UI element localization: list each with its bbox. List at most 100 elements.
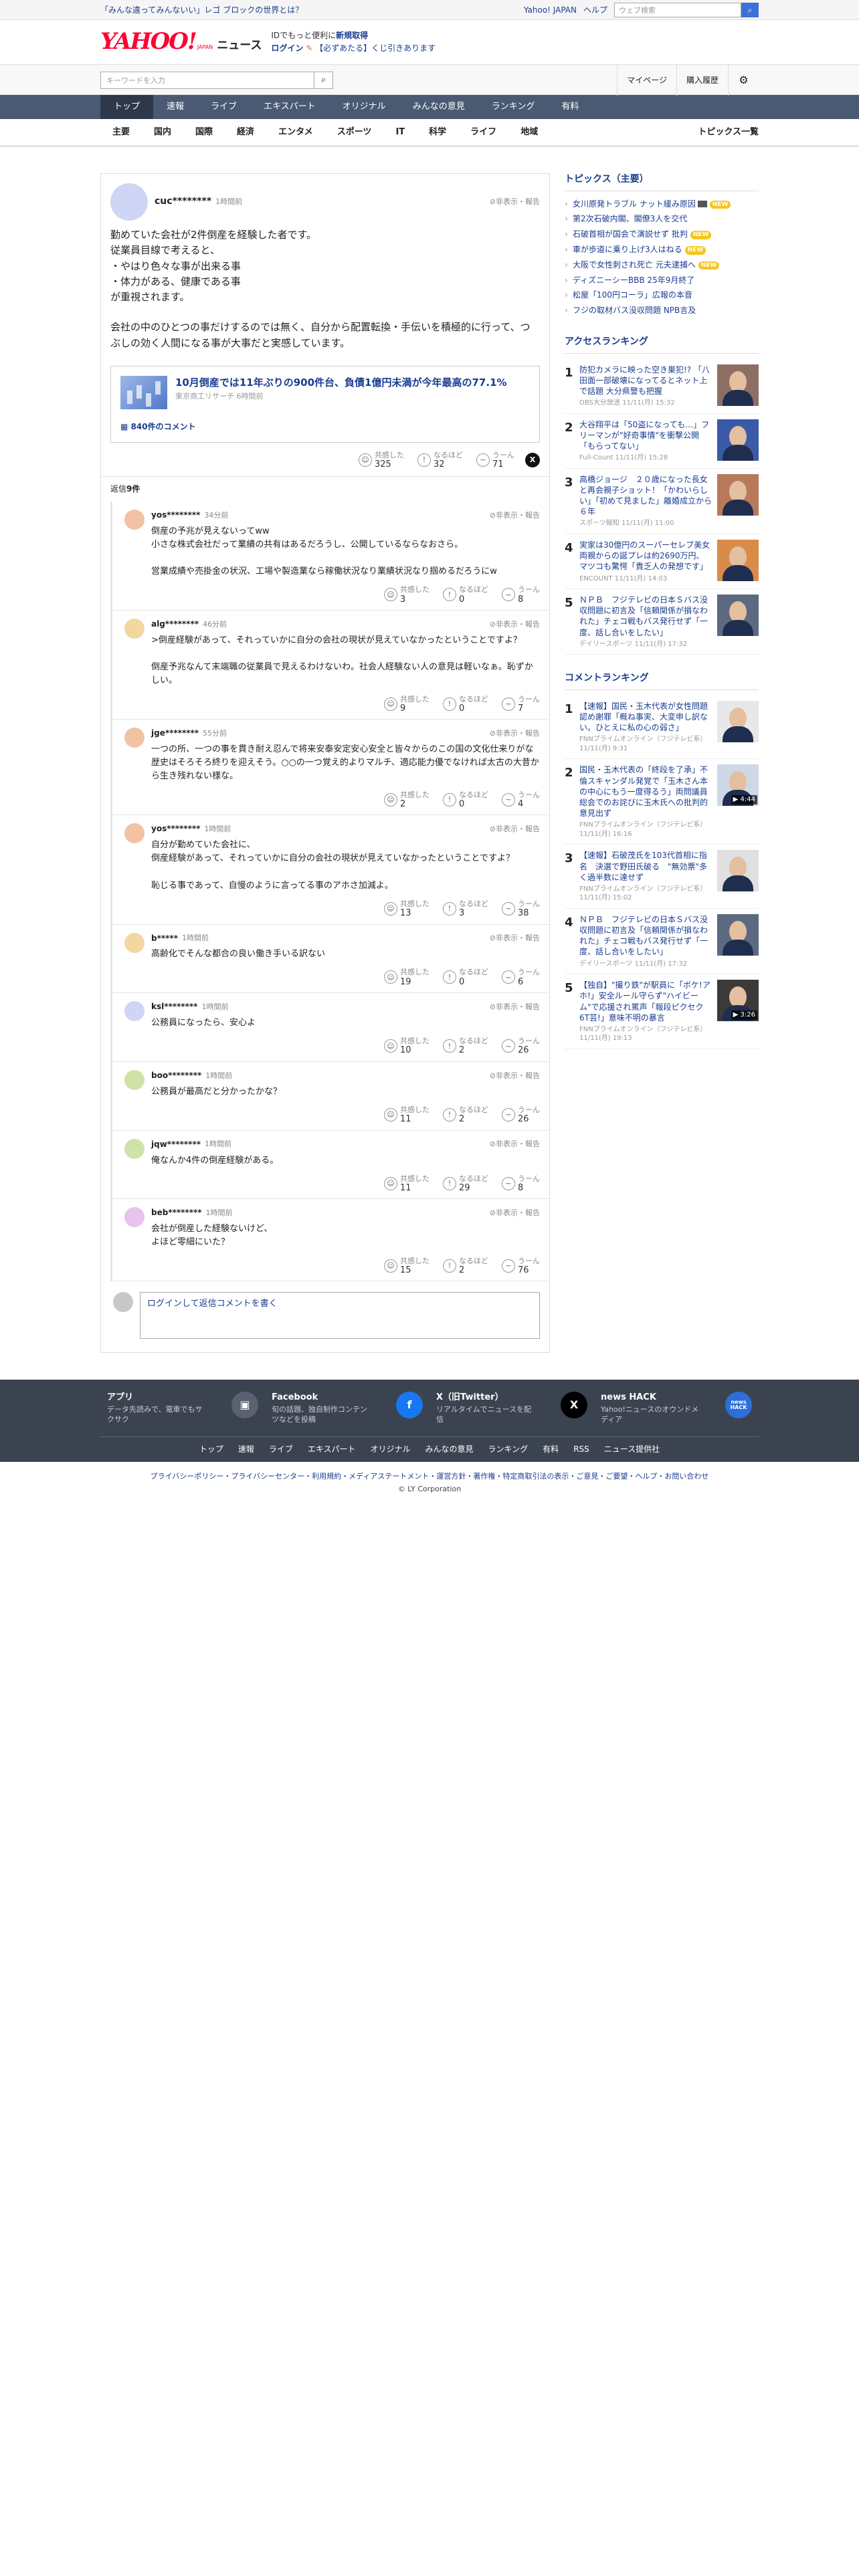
naruhodo-button[interactable]: ! なるほど 0 (443, 968, 488, 987)
x-share-button[interactable]: X (525, 452, 540, 467)
app-link[interactable]: アプリ データ先読みで、電車でもサクサク ▣ (100, 1392, 265, 1424)
topic-item[interactable]: 第2次石破内閣、閣僚3人を交代 (565, 211, 759, 227)
signup-link[interactable]: 新規取得 (336, 31, 368, 40)
cat-domestic[interactable]: 国内 (142, 126, 183, 138)
uun-button[interactable]: ~ うーん 76 (502, 1257, 540, 1276)
footer-nav-item[interactable]: ランキング (488, 1444, 529, 1455)
article-card[interactable]: 10月倒産では11年ぶりの900件台、負債1億円未満が今年最高の77.1% 東京… (110, 365, 540, 443)
uun-button[interactable]: ~ うーん 7 (502, 695, 540, 714)
topic-item[interactable]: 大阪で女性刺され死亡 元夫逮捕へNEW (565, 257, 759, 273)
uun-button[interactable]: ~ うーん 26 (502, 1037, 540, 1056)
ranking-item[interactable]: 2 大谷翔平は「50盗になっても…」フリーマンが"好奇事情"を衝撃公開「もらってな… (565, 414, 759, 469)
naruhodo-button[interactable]: ! なるほど 0 (443, 790, 488, 810)
agree-button[interactable]: ☺ 共感した 15 (384, 1257, 430, 1276)
report-link[interactable]: ⊘非表示・報告 (490, 619, 540, 629)
topic-item[interactable]: 車が歩道に乗り上げ3人はねるNEW (565, 242, 759, 257)
report-link[interactable]: ⊘非表示・報告 (490, 728, 540, 738)
agree-button[interactable]: ☺ 共感した 19 (384, 968, 430, 987)
login-link[interactable]: ログイン (271, 43, 303, 53)
footer-nav-item[interactable]: 有料 (543, 1444, 559, 1455)
cat-main[interactable]: 主要 (100, 126, 142, 138)
footer-nav-item[interactable]: RSS (573, 1444, 589, 1455)
cat-economy[interactable]: 経済 (225, 126, 266, 138)
naruhodo-button[interactable]: ! なるほど 3 (443, 899, 488, 919)
nav-original[interactable]: オリジナル (329, 95, 399, 119)
naruhodo-button[interactable]: ! なるほど 2 (443, 1105, 488, 1125)
keyword-search-button[interactable]: ⌕ (314, 72, 333, 89)
ranking-item[interactable]: 4 ＮＰＢ フジテレビの日本Ｓバス没収問題に初言及「信頼関係が損なわれた」チェコ戦… (565, 909, 759, 975)
app-link[interactable]: Facebook 旬の話題、独自制作コンテンツなどを投稿 f (265, 1392, 430, 1424)
nav-expert[interactable]: エキスパート (250, 95, 329, 119)
naruhodo-button[interactable]: ! なるほど 2 (443, 1037, 488, 1056)
promo-link[interactable]: 「みんな違ってみんないい」レゴ ブロックの世界とは？ (100, 5, 303, 16)
reply-user[interactable]: yos******** (151, 510, 200, 521)
ranking-item[interactable]: 2 国民・玉木代表の「終段を了承」不倫スキャンダル発覚で「玉木さん本の中心にもう一… (565, 759, 759, 845)
reply-user[interactable]: yos******** (151, 823, 200, 835)
uun-button[interactable]: ~ うーん 38 (502, 899, 540, 919)
footer-nav-item[interactable]: オリジナル (371, 1444, 411, 1455)
footer-nav-item[interactable]: ニュース提供社 (604, 1444, 660, 1455)
agree-button[interactable]: ☺ 共感した 2 (384, 790, 430, 810)
keyword-search-input[interactable]: キーワードを入力 (100, 72, 314, 89)
agree-button[interactable]: ☺ 共感した 325 (359, 451, 404, 470)
footer-nav-item[interactable]: ライブ (269, 1444, 293, 1455)
nav-live[interactable]: ライブ (197, 95, 250, 119)
nav-top[interactable]: トップ (100, 95, 154, 119)
report-link[interactable]: ⊘非表示・報告 (490, 1002, 540, 1012)
purchase-history-link[interactable]: 購入履歴 (676, 65, 728, 96)
report-link[interactable]: ⊘非表示・報告 (490, 1071, 540, 1081)
reply-login-link[interactable]: ログイン (147, 1299, 182, 1309)
naruhodo-button[interactable]: ! なるほど 2 (443, 1257, 488, 1276)
settings-button[interactable]: ⚙ (728, 65, 759, 96)
topic-item[interactable]: 石破首相が国会で演説せず 批判NEW (565, 227, 759, 242)
app-link[interactable]: news HACK Yahoo!ニュースのオウンドメディア news HACK (594, 1392, 759, 1424)
yahoo-news-logo[interactable]: YAHOO! JAPAN ニュース (100, 30, 262, 54)
uun-button[interactable]: ~ うーん 8 (502, 585, 540, 605)
reply-user[interactable]: beb******** (151, 1207, 202, 1218)
naruhodo-button[interactable]: ! なるほど 0 (443, 585, 488, 605)
report-link[interactable]: ⊘非表示・報告 (490, 197, 540, 207)
ranking-item[interactable]: 5 【独自】"撮り鉄"が駅員に「ボケ!アホ!」安全ルール守らず"ハイビーム"で応援… (565, 974, 759, 1049)
ranking-item[interactable]: 3 【速報】石破茂氏を103代首相に指名 決選で野田氏破る "無効票"多く過半数に… (565, 845, 759, 909)
nav-breaking[interactable]: 速報 (153, 95, 197, 119)
reply-user[interactable]: alg******** (151, 619, 199, 630)
naruhodo-button[interactable]: ! なるほど 0 (443, 695, 488, 714)
footer-nav-item[interactable]: トップ (199, 1444, 223, 1455)
report-link[interactable]: ⊘非表示・報告 (490, 1139, 540, 1149)
agree-button[interactable]: ☺ 共感した 11 (384, 1174, 430, 1194)
mypage-link[interactable]: マイページ (617, 65, 676, 96)
reply-user[interactable]: ksl******** (151, 1001, 197, 1012)
footer-nav-item[interactable]: 速報 (238, 1444, 254, 1455)
agree-button[interactable]: ☺ 共感した 11 (384, 1105, 430, 1125)
topics-list-link[interactable]: トピックス一覧 (698, 126, 759, 138)
web-search-input[interactable]: ウェブ検索 (614, 3, 741, 17)
uun-button[interactable]: ~ うーん 26 (502, 1105, 540, 1125)
ranking-item[interactable]: 1 防犯カメラに映った空き巣犯!? 「八田面一部破壊になってるとネット上で話題 大… (565, 359, 759, 414)
ranking-item[interactable]: 3 高橋ジョージ ２０歳になった長女と再会親子ショット！「かわいらしい」「初めて見… (565, 469, 759, 534)
agree-button[interactable]: ☺ 共感した 13 (384, 899, 430, 919)
naruhodo-button[interactable]: ! なるほど 32 (417, 451, 463, 470)
reply-user[interactable]: boo******** (151, 1070, 201, 1081)
ranking-item[interactable]: 1 【速報】国民・玉木代表が女性問題認め謝罪「概ね事実、大変申し訳ない。ひとえに私… (565, 695, 759, 760)
uun-button[interactable]: ~ うーん 6 (502, 968, 540, 987)
reply-user[interactable]: jqw******** (151, 1139, 201, 1150)
cat-life[interactable]: ライフ (458, 126, 508, 138)
cat-world[interactable]: 国際 (183, 126, 225, 138)
cat-it[interactable]: IT (383, 126, 417, 138)
reply-user[interactable]: jge******** (151, 728, 199, 739)
agree-button[interactable]: ☺ 共感した 3 (384, 585, 430, 605)
nav-opinion[interactable]: みんなの意見 (399, 95, 478, 119)
cat-entertainment[interactable]: エンタメ (266, 126, 325, 138)
report-link[interactable]: ⊘非表示・報告 (490, 510, 540, 520)
cat-sports[interactable]: スポーツ (325, 126, 384, 138)
help-link[interactable]: ヘルプ (583, 5, 607, 16)
uun-button[interactable]: ~ うーん 71 (476, 451, 514, 470)
report-link[interactable]: ⊘非表示・報告 (490, 1208, 540, 1218)
ranking-item[interactable]: 5 ＮＰＢ フジテレビの日本Ｓバス没収問題に初言及「信頼関係が損なわれた」チェコ戦… (565, 589, 759, 655)
nav-ranking[interactable]: ランキング (478, 95, 549, 119)
topic-item[interactable]: ディズニーシーBBB 25年9月終了 (565, 273, 759, 288)
reply-user[interactable]: b***** (151, 933, 178, 944)
reply-input[interactable]: ログインして返信コメントを書く (140, 1292, 540, 1339)
footer-nav-item[interactable]: エキスパート (308, 1444, 356, 1455)
topic-item[interactable]: フジの取材バス没収問題 NPB言及 (565, 303, 759, 318)
